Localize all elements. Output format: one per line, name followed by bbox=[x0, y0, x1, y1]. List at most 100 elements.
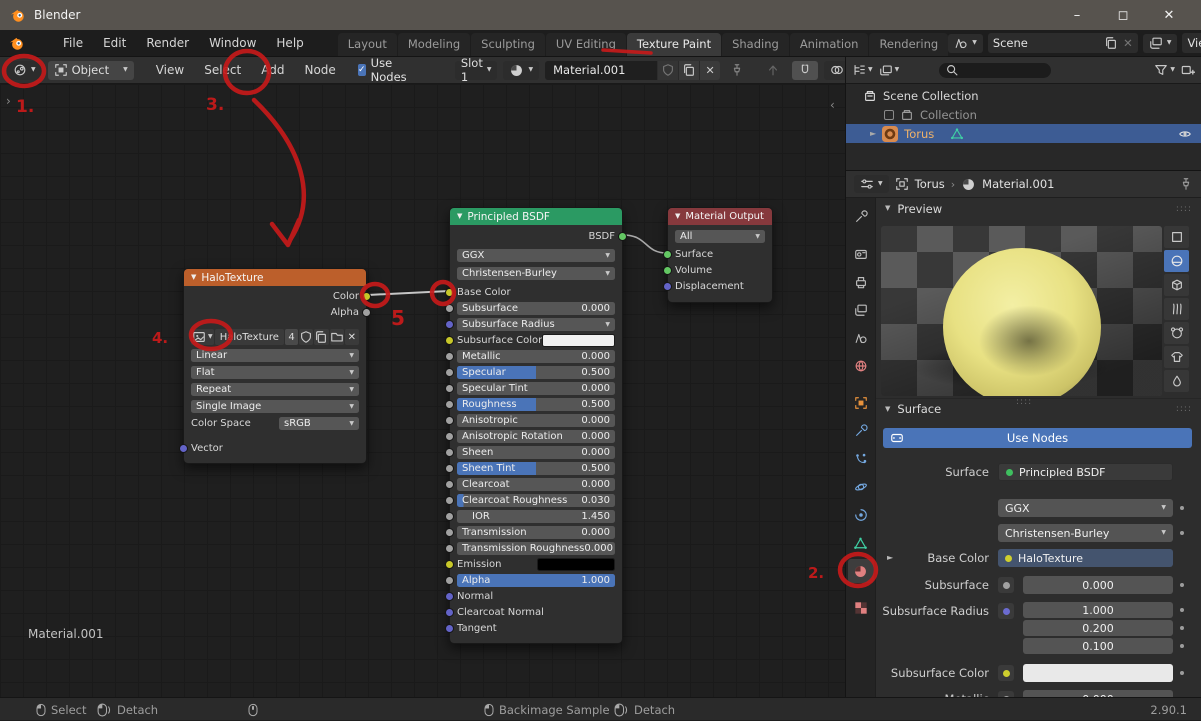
halotexture-flat-dropdown[interactable]: Flat ▼ bbox=[191, 366, 359, 379]
view-layer-selector-button[interactable]: ▼ bbox=[1142, 33, 1178, 53]
outliner-filter-button[interactable]: ▼ bbox=[1154, 63, 1175, 77]
workspace-tab-animation[interactable]: Animation bbox=[789, 33, 869, 56]
properties-tab-constraints[interactable] bbox=[848, 503, 874, 527]
subsurface-color-swatch[interactable] bbox=[1023, 664, 1173, 682]
menu-help[interactable]: Help bbox=[266, 36, 313, 50]
panel-grip[interactable]: :::: bbox=[1176, 204, 1192, 214]
outliner-item-torus[interactable]: ► Torus bbox=[846, 124, 1201, 143]
material-name-field[interactable]: Material.001 bbox=[545, 60, 658, 80]
input-socket-subsurface[interactable] bbox=[445, 304, 454, 313]
panel-grip[interactable]: :::: bbox=[1176, 404, 1192, 414]
parent-node-tree-icon[interactable] bbox=[766, 63, 780, 77]
collapse-triangle-icon[interactable]: ▼ bbox=[191, 274, 196, 281]
workspace-tab-rendering[interactable]: Rendering bbox=[869, 33, 949, 56]
pin-icon[interactable] bbox=[1179, 177, 1193, 191]
input-socket-clearcoat-roughness[interactable] bbox=[445, 496, 454, 505]
shader-menu-add[interactable]: Add bbox=[251, 63, 294, 77]
preview-type-hair-button[interactable] bbox=[1164, 298, 1189, 320]
workspace-tab-layout[interactable]: Layout bbox=[337, 33, 397, 56]
input-socket-surface[interactable] bbox=[663, 249, 672, 259]
animate-dot[interactable] bbox=[1180, 531, 1184, 535]
properties-tab-view-layer[interactable] bbox=[848, 298, 874, 322]
input-socket-clearcoat-normal[interactable] bbox=[445, 608, 454, 617]
preview-panel-header[interactable]: ▼ Preview :::: bbox=[876, 198, 1201, 219]
input-socket-ior[interactable] bbox=[445, 512, 454, 521]
unlink-scene-icon[interactable]: ✕ bbox=[1123, 36, 1133, 50]
output-socket-color[interactable] bbox=[362, 292, 371, 301]
new-material-icon[interactable] bbox=[678, 60, 700, 80]
input-socket-tangent[interactable] bbox=[445, 624, 454, 633]
preview-type-sphere-button[interactable] bbox=[1164, 250, 1189, 272]
properties-tab-object[interactable] bbox=[848, 391, 874, 415]
visibility-eye-icon[interactable] bbox=[1178, 127, 1192, 141]
halotexture-linear-dropdown[interactable]: Linear ▼ bbox=[191, 349, 359, 362]
sidebar-toggle-icon[interactable]: ‹ bbox=[830, 98, 835, 112]
properties-tab-material[interactable] bbox=[847, 559, 874, 583]
shader-menu-node[interactable]: Node bbox=[294, 63, 345, 77]
menu-window[interactable]: Window bbox=[199, 36, 266, 50]
new-image-icon[interactable] bbox=[314, 329, 329, 345]
outliner-item-scene-collection[interactable]: Scene Collection bbox=[846, 86, 1201, 105]
distribution-dropdown[interactable]: GGX ▼ bbox=[457, 249, 615, 262]
properties-tab-modifiers[interactable] bbox=[848, 419, 874, 443]
radius-x-field[interactable]: 1.000 bbox=[1023, 602, 1173, 618]
fake-user-shield-icon[interactable] bbox=[299, 329, 314, 345]
input-socket-vector[interactable] bbox=[179, 444, 188, 453]
collapse-triangle-icon[interactable]: ▼ bbox=[885, 405, 890, 413]
distribution-dropdown[interactable]: GGX ▼ bbox=[998, 499, 1173, 517]
pin-icon[interactable] bbox=[730, 63, 744, 77]
input-socket-base-color[interactable] bbox=[445, 288, 454, 297]
subsurface-color-socket-button[interactable] bbox=[998, 665, 1014, 681]
use-nodes-checkbox[interactable]: ✓ Use Nodes bbox=[357, 56, 411, 84]
image-users-count[interactable]: 4 bbox=[284, 329, 299, 345]
breadcrumb-object[interactable]: Torus bbox=[915, 177, 945, 191]
preview-type-flat-button[interactable] bbox=[1164, 226, 1189, 248]
principled-anisotropic-field[interactable]: Anisotropic 0.000 bbox=[457, 414, 615, 427]
open-image-folder-icon[interactable] bbox=[329, 329, 344, 345]
input-socket-metallic[interactable] bbox=[445, 352, 454, 361]
use-nodes-button[interactable]: Use Nodes bbox=[883, 428, 1192, 448]
principled-metallic-field[interactable]: Metallic 0.000 bbox=[457, 350, 615, 363]
subsurface-socket-button[interactable] bbox=[998, 577, 1014, 593]
unlink-material-icon[interactable]: ✕ bbox=[699, 60, 721, 80]
principled-transmission-roughness-field[interactable]: Transmission Roughness 0.000 bbox=[457, 542, 615, 555]
workspace-tab-modeling[interactable]: Modeling bbox=[397, 33, 471, 56]
node-halotexture-header[interactable]: ▼ HaloTexture bbox=[184, 269, 366, 286]
properties-tab-physics[interactable] bbox=[848, 475, 874, 499]
outliner-filter-type-button[interactable]: ▼ bbox=[879, 63, 899, 77]
principled-alpha-slider[interactable]: Alpha 1.000 bbox=[457, 574, 615, 587]
image-name-field[interactable]: HaloTexture bbox=[214, 329, 284, 345]
input-socket-displacement[interactable] bbox=[663, 281, 672, 291]
new-scene-icon[interactable] bbox=[1104, 36, 1118, 50]
input-socket-roughness[interactable] bbox=[445, 400, 454, 409]
properties-tab-render[interactable] bbox=[848, 242, 874, 266]
principled-clearcoat-field[interactable]: Clearcoat 0.000 bbox=[457, 478, 615, 491]
input-socket-specular-tint[interactable] bbox=[445, 384, 454, 393]
toolbar-toggle-icon[interactable]: › bbox=[6, 94, 11, 108]
properties-tab-object-data[interactable] bbox=[848, 531, 874, 555]
principled-subsurface-radius-dropdown[interactable]: Subsurface Radius ▼ bbox=[457, 318, 615, 331]
input-socket-alpha[interactable] bbox=[445, 576, 454, 585]
input-socket-transmission[interactable] bbox=[445, 528, 454, 537]
node-principled-bsdf[interactable]: ▼ Principled BSDF BSDF GGX ▼ Christensen-… bbox=[445, 207, 627, 644]
properties-display-button[interactable]: ▼ bbox=[854, 175, 889, 193]
properties-tab-scene[interactable] bbox=[848, 326, 874, 350]
animate-dot[interactable] bbox=[1180, 583, 1184, 587]
menu-file[interactable]: File bbox=[53, 36, 93, 50]
input-socket-subsurface-radius[interactable] bbox=[445, 320, 454, 329]
radius-socket-button[interactable] bbox=[998, 603, 1014, 619]
collapse-triangle-icon[interactable]: ▼ bbox=[457, 213, 462, 220]
breadcrumb-material[interactable]: Material.001 bbox=[982, 177, 1054, 191]
collapse-triangle-icon[interactable]: ▼ bbox=[675, 213, 680, 220]
principled-transmission-field[interactable]: Transmission 0.000 bbox=[457, 526, 615, 539]
principled-clearcoat-roughness-slider[interactable]: Clearcoat Roughness 0.030 bbox=[457, 494, 615, 507]
surface-shader-field[interactable]: Principled BSDF bbox=[998, 463, 1173, 481]
principled-ior-field[interactable]: IOR 1.450 bbox=[457, 510, 615, 523]
principled-anisotropic-rotation-field[interactable]: Anisotropic Rotation 0.000 bbox=[457, 430, 615, 443]
animate-dot[interactable] bbox=[1180, 671, 1184, 675]
outliner-search-input[interactable] bbox=[939, 62, 1052, 78]
unlink-image-icon[interactable]: ✕ bbox=[344, 329, 359, 345]
menu-edit[interactable]: Edit bbox=[93, 36, 136, 50]
principled-sheen-tint-slider[interactable]: Sheen Tint 0.500 bbox=[457, 462, 615, 475]
view-layer-name-field[interactable]: View Layer ✕ bbox=[1182, 33, 1201, 53]
